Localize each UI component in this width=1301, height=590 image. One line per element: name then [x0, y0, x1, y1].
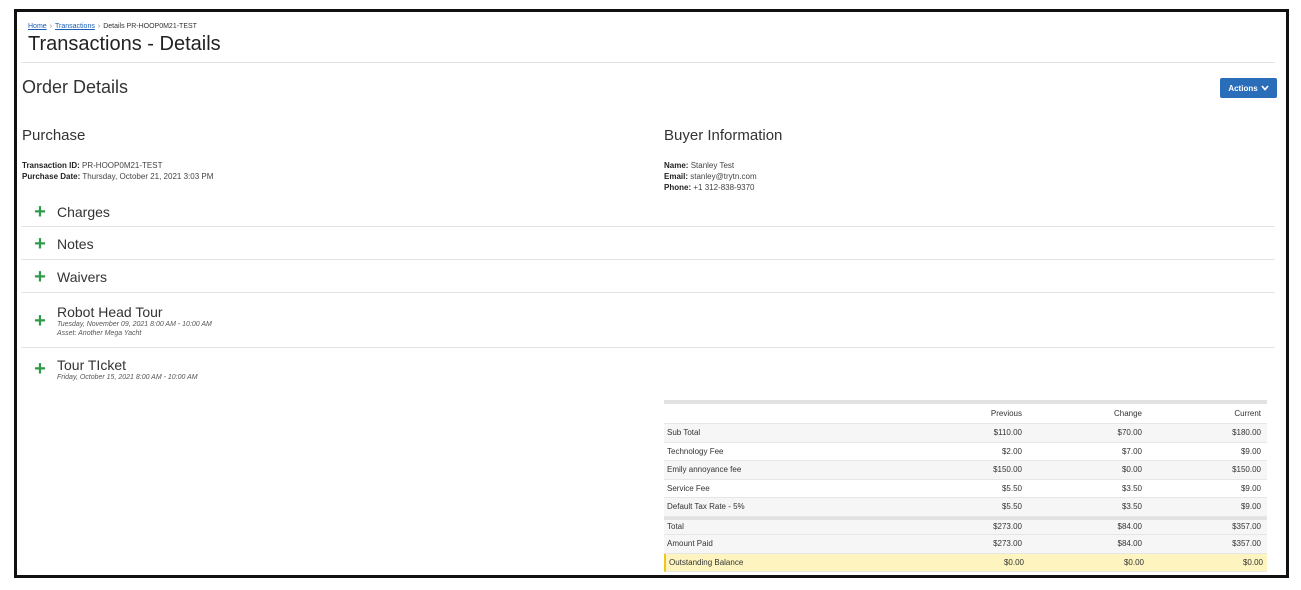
- actions-button[interactable]: Actions: [1220, 78, 1277, 98]
- buyer-phone-value: +1 312-838-9370: [693, 183, 755, 192]
- breadcrumb-separator: ›: [97, 23, 101, 30]
- current-value: $9.00: [1240, 502, 1261, 512]
- accordion-waivers-label: Waivers: [57, 268, 108, 285]
- header-cell: Previous: [990, 409, 1022, 418]
- accordion-charges-label: Charges: [57, 204, 110, 220]
- page-title: Transactions - Details: [28, 33, 221, 55]
- previous-value: $273.00: [993, 522, 1022, 532]
- expand-plus-icon: +: [34, 232, 46, 255]
- current-value: $9.00: [1240, 446, 1261, 456]
- row-label: Total: [667, 522, 684, 532]
- row-label: Service Fee: [667, 483, 710, 493]
- change-value: $70.00: [1117, 428, 1142, 438]
- divider: [21, 62, 1275, 63]
- row-label: Sub Total: [667, 428, 701, 438]
- summary-row: Sub Total $110.00 $70.00 $180.00: [664, 424, 1267, 443]
- change-value: $7.00: [1121, 446, 1142, 456]
- order-summary-table: Previous Change Current Sub Total $110.0…: [664, 400, 1267, 572]
- accordion-item-tour-ticket[interactable]: + Tour TIcket Friday, October 15, 2021 8…: [21, 349, 1275, 389]
- buyer-email-line: Email: stanley@trytn.com: [664, 171, 757, 182]
- row-label: Default Tax Rate - 5%: [667, 502, 745, 512]
- previous-value: $273.00: [993, 539, 1022, 549]
- item-title: Tour TIcket: [57, 356, 126, 373]
- main-panel: Home › Transactions › Details PR-HOOP0M21-TE…: [14, 9, 1289, 578]
- change-value: $3.50: [1121, 502, 1142, 512]
- summary-header-row: Previous Change Current: [664, 404, 1267, 424]
- item-text: Tour TIcket Friday, October 15, 2021 8:0…: [57, 357, 198, 382]
- accordion-charges[interactable]: + Charges: [21, 198, 1275, 227]
- row-label: Emily annoyance fee: [667, 465, 742, 475]
- previous-value: $5.50: [1001, 502, 1022, 512]
- change-value: $84.00: [1117, 539, 1142, 549]
- expand-plus-icon: +: [34, 358, 46, 380]
- summary-row: Default Tax Rate - 5% $5.50 $3.50 $9.00: [664, 498, 1267, 517]
- previous-value: $2.00: [1001, 446, 1022, 456]
- summary-amount-paid-row: Amount Paid $273.00 $84.00 $357.00: [664, 535, 1267, 554]
- chevron-down-icon: [1261, 84, 1269, 93]
- buyer-email-value: stanley@trytn.com: [690, 172, 757, 181]
- breadcrumb: Home › Transactions › Details PR-HOOP0M21-TE…: [28, 23, 197, 30]
- previous-value: $5.50: [1001, 483, 1022, 493]
- breadcrumb-separator: ›: [49, 23, 53, 30]
- current-value: $0.00: [1242, 557, 1263, 567]
- header-cell: Change: [1113, 409, 1142, 418]
- breadcrumb-transactions-link[interactable]: Transactions: [55, 23, 95, 30]
- summary-row: Emily annoyance fee $150.00 $0.00 $150.0…: [664, 461, 1267, 480]
- actions-button-label: Actions: [1228, 83, 1258, 93]
- breadcrumb-current: Details PR-HOOP0M21-TEST: [103, 23, 197, 30]
- purchase-details: Transaction ID: PR-HOOP0M21-TEST Purchas…: [22, 160, 213, 182]
- previous-value: $0.00: [1003, 557, 1024, 567]
- item-asset: Asset: Another Mega Yacht: [57, 329, 142, 337]
- row-label: Outstanding Balance: [669, 557, 744, 567]
- transaction-id-value: PR-HOOP0M21-TEST: [82, 161, 163, 170]
- buyer-phone-line: Phone: +1 312-838-9370: [664, 182, 757, 193]
- summary-row: Service Fee $5.50 $3.50 $9.00: [664, 479, 1267, 498]
- item-date: Friday, October 15, 2021 8:00 AM - 10:00…: [57, 373, 198, 381]
- purchase-date-value: Thursday, October 21, 2021 3:03 PM: [82, 172, 214, 181]
- buyer-phone-label: Phone:: [664, 183, 692, 192]
- accordion-notes[interactable]: + Notes: [21, 228, 1275, 260]
- item-text: Robot Head Tour Tuesday, November 09, 20…: [57, 304, 212, 338]
- current-value: $357.00: [1232, 539, 1261, 549]
- current-value: $357.00: [1232, 522, 1261, 532]
- transaction-id-line: Transaction ID: PR-HOOP0M21-TEST: [22, 160, 213, 171]
- buyer-info-title: Buyer Information: [664, 127, 783, 144]
- summary-total-row: Total $273.00 $84.00 $357.00: [664, 516, 1267, 535]
- current-value: $150.00: [1232, 465, 1261, 475]
- change-value: $0.00: [1123, 557, 1144, 567]
- purchase-date-label: Purchase Date:: [22, 172, 81, 181]
- row-label: Technology Fee: [667, 446, 724, 456]
- accordion-notes-label: Notes: [57, 235, 94, 252]
- change-value: $0.00: [1121, 465, 1142, 475]
- current-value: $180.00: [1232, 428, 1261, 438]
- previous-value: $110.00: [993, 428, 1022, 438]
- summary-row: Technology Fee $2.00 $7.00 $9.00: [664, 442, 1267, 461]
- accordion-item-robot-head-tour[interactable]: + Robot Head Tour Tuesday, November 09, …: [21, 294, 1275, 348]
- previous-value: $150.00: [993, 465, 1022, 475]
- expand-plus-icon: +: [34, 265, 46, 288]
- buyer-name-label: Name:: [664, 161, 689, 170]
- expand-plus-icon: +: [34, 201, 46, 223]
- current-value: $9.00: [1240, 483, 1261, 493]
- buyer-email-label: Email:: [664, 172, 689, 181]
- order-details-title: Order Details: [22, 77, 129, 97]
- accordion-waivers[interactable]: + Waivers: [21, 261, 1275, 293]
- header-cell: Current: [1234, 409, 1261, 418]
- item-date: Tuesday, November 09, 2021 8:00 AM - 10:…: [57, 320, 212, 328]
- summary-outstanding-balance-row: Outstanding Balance $0.00 $0.00 $0.00: [664, 553, 1267, 572]
- purchase-date-line: Purchase Date: Thursday, October 21, 202…: [22, 171, 213, 182]
- change-value: $3.50: [1121, 483, 1142, 493]
- purchase-title: Purchase: [22, 127, 86, 144]
- item-title: Robot Head Tour: [57, 303, 163, 320]
- breadcrumb-home-link[interactable]: Home: [28, 23, 47, 30]
- buyer-name-line: Name: Stanley Test: [664, 160, 757, 171]
- buyer-name-value: Stanley Test: [690, 161, 735, 170]
- buyer-details: Name: Stanley Test Email: stanley@trytn.…: [664, 160, 757, 193]
- row-label: Amount Paid: [667, 539, 713, 549]
- transaction-id-label: Transaction ID:: [22, 161, 80, 170]
- expand-plus-icon: +: [34, 309, 46, 332]
- change-value: $84.00: [1117, 522, 1142, 532]
